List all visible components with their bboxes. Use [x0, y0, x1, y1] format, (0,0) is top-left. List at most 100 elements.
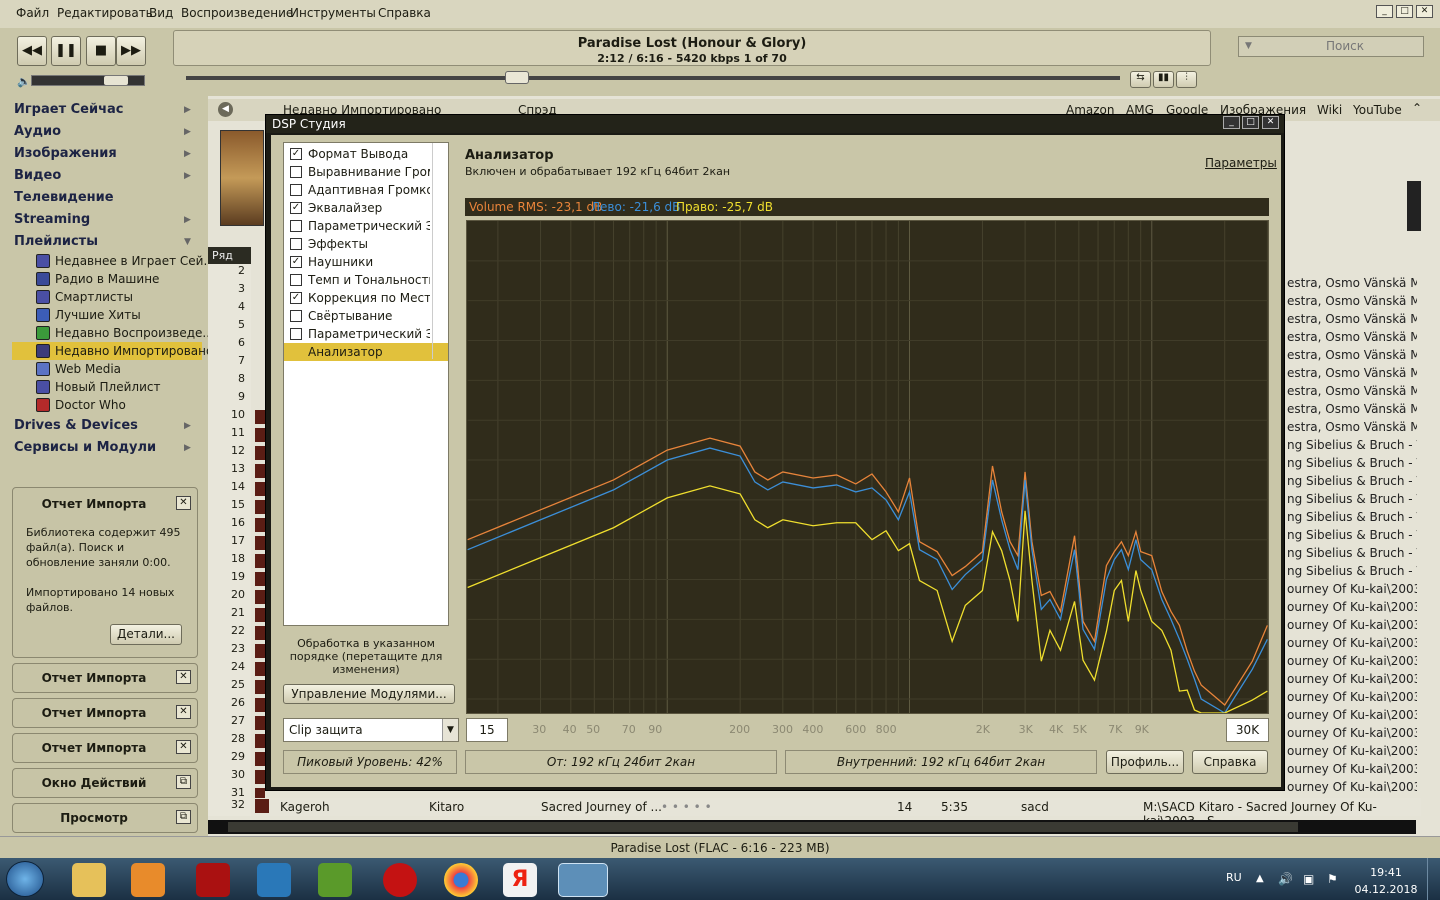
row-path-text[interactable]: ng Sibelius & Bruch - Vio [1287, 474, 1417, 492]
link-youtube[interactable]: YouTube [1353, 103, 1402, 117]
chevron-icon[interactable]: ▶ [184, 443, 191, 453]
language-indicator[interactable]: RU [1226, 871, 1242, 884]
close-icon[interactable]: ✕ [176, 496, 191, 510]
row-number[interactable]: 7 [208, 354, 251, 372]
help-button[interactable]: Справка [1192, 750, 1268, 774]
row-number[interactable]: 16 [208, 516, 251, 534]
row-path-text[interactable]: estra, Osmo Vänskä Mah [1287, 348, 1417, 366]
chrome-icon[interactable] [444, 863, 478, 897]
visualizer-button[interactable]: ▮▮ [1153, 71, 1174, 88]
row-path-text[interactable]: ourney Of Ku-kai\2003 - S [1287, 708, 1417, 726]
playlist-item[interactable]: Новый Плейлист [36, 378, 201, 396]
volume-icon[interactable]: 🔊 [1278, 872, 1293, 886]
dsp-button[interactable]: ⫶ [1176, 71, 1197, 88]
nav-item-4[interactable]: Телевидение [14, 190, 114, 205]
chevron-icon[interactable]: ▶ [184, 215, 191, 225]
row-path-text[interactable]: ourney Of Ku-kai\2003 - S [1287, 672, 1417, 690]
tray-arrow-icon[interactable]: ▲ [1256, 873, 1264, 884]
chevron-icon[interactable]: ▼ [184, 237, 191, 247]
chevron-icon[interactable]: ▶ [184, 127, 191, 137]
min-frequency-input[interactable]: 15 [466, 718, 508, 742]
row-path-text[interactable]: ourney Of Ku-kai\2003 - S [1287, 744, 1417, 762]
seek-bar[interactable] [186, 71, 1120, 84]
menu-file[interactable]: Файл [16, 6, 49, 20]
close-icon[interactable]: ✕ [176, 705, 191, 719]
network-app-icon[interactable] [257, 863, 291, 897]
search-input[interactable]: ▼ Поиск [1238, 36, 1424, 57]
next-button[interactable]: ▶▶ [116, 36, 146, 66]
details-button[interactable]: Детали... [110, 624, 182, 645]
dialog-maximize-button[interactable]: □ [1242, 116, 1259, 129]
menu-view[interactable]: Вид [149, 6, 173, 20]
row-path-text[interactable]: ng Sibelius & Bruch - Vio [1287, 492, 1417, 510]
collapsed-panel[interactable]: Отчет Импорта ✕ [12, 733, 198, 763]
clock-date[interactable]: 04.12.2018 [1352, 883, 1420, 896]
pause-button[interactable]: ❚❚ [51, 36, 81, 66]
cell-rating[interactable]: • • • • • [661, 800, 712, 814]
view-toggle-button[interactable]: ⇆ [1130, 71, 1151, 88]
row-number[interactable]: 19 [208, 570, 251, 588]
nav-item-0[interactable]: Играет Сейчас [14, 102, 124, 117]
row-number[interactable]: 3 [208, 282, 251, 300]
row-number[interactable]: 13 [208, 462, 251, 480]
dsp-module-item[interactable]: Эффекты [284, 235, 448, 253]
search-dropdown-icon[interactable]: ▼ [1245, 37, 1252, 56]
row-number[interactable]: 29 [208, 750, 251, 768]
dsp-module-item[interactable]: ✓ Эквалайзер [284, 199, 448, 217]
module-list[interactable]: ✓ Формат Вывода Выравнивание Гром... Адапти… [283, 142, 449, 626]
module-checkbox[interactable] [290, 328, 302, 340]
row-number[interactable]: 6 [208, 336, 251, 354]
row-number[interactable]: 9 [208, 390, 251, 408]
playlist-item[interactable]: Недавно Воспроизведе... [36, 324, 214, 342]
art-scrollbar[interactable] [1407, 181, 1421, 231]
row-number[interactable]: 20 [208, 588, 251, 606]
playlist-item[interactable]: Лучшие Хиты [36, 306, 201, 324]
dsp-module-item[interactable]: Выравнивание Гром... [284, 163, 448, 181]
row-path-text[interactable]: estra, Osmo Vänskä Mah [1287, 384, 1417, 402]
row-number[interactable]: 14 [208, 480, 251, 498]
jriver-icon[interactable] [558, 863, 608, 897]
flag-icon[interactable]: ⚑ [1327, 872, 1338, 886]
row-path-text[interactable]: estra, Osmo Vänskä Mah [1287, 330, 1417, 348]
row-path-text[interactable]: ng Sibelius & Bruch - Vio [1287, 528, 1417, 546]
row-number[interactable]: 28 [208, 732, 251, 750]
clock-time[interactable]: 19:41 [1361, 866, 1411, 879]
row-path-text[interactable]: ng Sibelius & Bruch - Vio [1287, 510, 1417, 528]
collapse-icon[interactable]: ⌃ [1412, 101, 1422, 115]
row-number[interactable]: 25 [208, 678, 251, 696]
chevron-icon[interactable]: ▶ [184, 149, 191, 159]
row-number[interactable]: 5 [208, 318, 251, 336]
dsp-module-item[interactable]: ✓ Коррекция по Мест... [284, 289, 448, 307]
nav-item-6[interactable]: Плейлисты [14, 234, 98, 249]
playlist-item[interactable]: Недавно Импортировано [12, 342, 213, 360]
module-checkbox[interactable] [290, 310, 302, 322]
module-checkbox[interactable]: ✓ [290, 202, 302, 214]
chevron-icon[interactable]: ▶ [184, 421, 191, 431]
close-button[interactable]: ✕ [1416, 5, 1433, 18]
row-number[interactable]: 18 [208, 552, 251, 570]
playlist-item[interactable]: Смартлисты [36, 288, 201, 306]
chevron-down-icon[interactable]: ▼ [442, 719, 458, 741]
table-row[interactable]: Kageroh Kitaro Sacred Journey of ... • •… [251, 798, 1421, 828]
horizontal-scrollbar[interactable] [208, 820, 1416, 834]
nav-item-2[interactable]: Изображения [14, 146, 117, 161]
nav-item-1[interactable]: Аудио [14, 124, 61, 139]
media-player-icon[interactable] [131, 863, 165, 897]
dsp-module-item[interactable]: Темп и Тональность [284, 271, 448, 289]
scroll-thumb[interactable] [228, 822, 1298, 832]
popout-icon[interactable]: ⧉ [176, 810, 191, 824]
row-path-text[interactable]: estra, Osmo Vänskä Mah [1287, 366, 1417, 384]
row-path-text[interactable]: estra, Osmo Vänskä Mah [1287, 276, 1417, 294]
dsp-module-item[interactable]: Параметрический Э... [284, 217, 448, 235]
row-number[interactable]: 22 [208, 624, 251, 642]
row-path-text[interactable]: ourney Of Ku-kai\2003 - S [1287, 600, 1417, 618]
collapsed-panel[interactable]: Окно Действий ⧉ [12, 768, 198, 798]
row-number[interactable]: 4 [208, 300, 251, 318]
row-number[interactable]: 27 [208, 714, 251, 732]
module-checkbox[interactable] [290, 220, 302, 232]
nav-bottom-item-1[interactable]: Сервисы и Модули [14, 440, 156, 455]
module-checkbox[interactable] [290, 184, 302, 196]
puzzle-app-icon[interactable] [318, 863, 352, 897]
row-number[interactable]: 32 [208, 798, 251, 816]
volume-thumb[interactable] [104, 76, 128, 85]
